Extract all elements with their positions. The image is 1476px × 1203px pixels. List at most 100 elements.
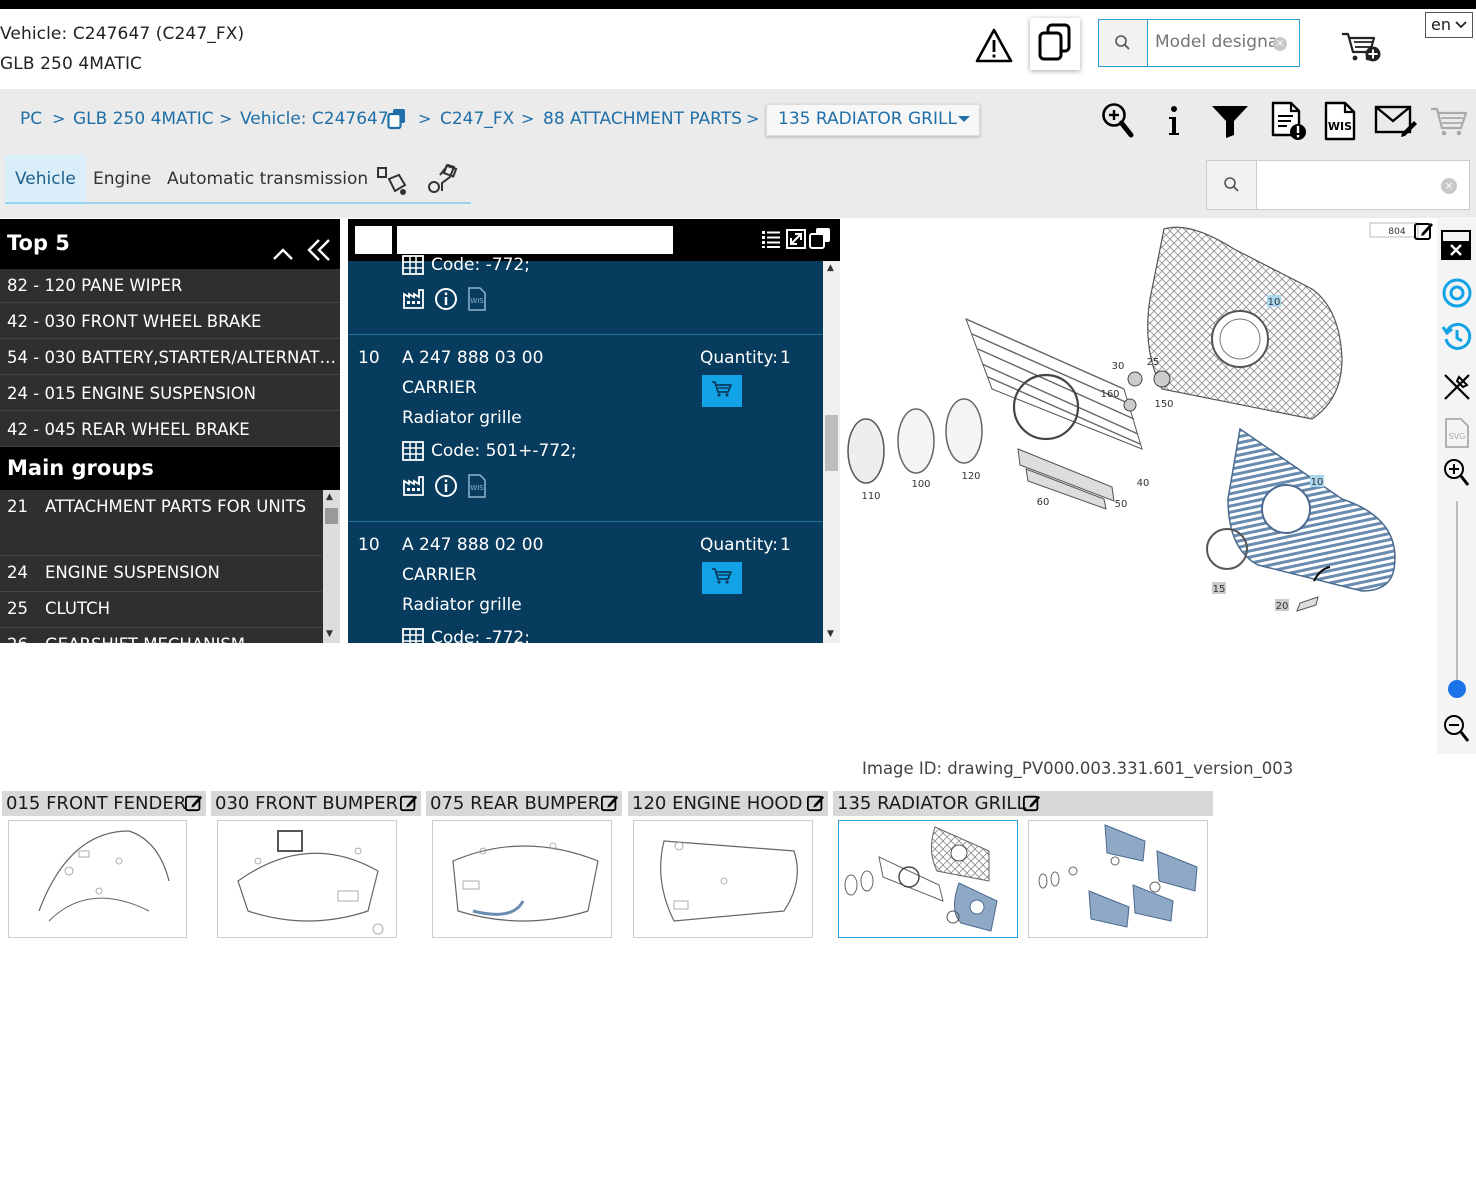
callout-120[interactable]: 120 <box>961 471 980 482</box>
popout-icon[interactable] <box>809 227 831 253</box>
add-to-cart-icon[interactable] <box>1340 28 1384 68</box>
callout-30[interactable]: 30 <box>1112 361 1125 372</box>
cart-icon[interactable] <box>1428 101 1470 141</box>
language-select[interactable]: en <box>1425 12 1473 38</box>
zoom-in-icon[interactable] <box>1442 457 1472 495</box>
callout-60[interactable]: 60 <box>1037 497 1050 508</box>
thumbnail-front-fender[interactable] <box>8 820 187 938</box>
breadcrumb-model[interactable]: GLB 250 4MATIC <box>73 109 214 129</box>
main-group-item[interactable]: 25 CLUTCH <box>0 592 322 628</box>
search-icon[interactable] <box>1099 20 1148 66</box>
top5-item[interactable]: 54 - 030 BATTERY,STARTER/ALTERNATOR <box>0 341 340 375</box>
callout-110[interactable]: 110 <box>861 491 880 502</box>
breadcrumb-vehicle[interactable]: Vehicle: C247647 <box>240 109 389 129</box>
scrollbar-thumb[interactable] <box>825 415 838 471</box>
thumbnail-radiator-grill[interactable] <box>838 820 1018 938</box>
expand-icon[interactable] <box>786 229 806 253</box>
bolt-tool-icon[interactable] <box>426 163 460 201</box>
svg-export-icon[interactable]: SVG <box>1443 417 1471 453</box>
tab-vehicle[interactable]: Vehicle <box>5 155 86 205</box>
wis-document-icon[interactable]: WIS <box>1322 101 1358 141</box>
info-circle-icon[interactable] <box>434 287 458 316</box>
top5-item[interactable]: 42 - 045 REAR WHEEL BRAKE <box>0 413 340 447</box>
clear-icon[interactable]: × <box>1441 178 1457 194</box>
subgroup-dropdown[interactable]: 135 RADIATOR GRILL <box>766 104 980 136</box>
search-icon[interactable] <box>1207 161 1257 209</box>
add-to-cart-button[interactable] <box>702 375 742 407</box>
callout-25[interactable]: 25 <box>1147 357 1160 368</box>
part-item[interactable]: 10 A 247 888 03 00 CARRIER Radiator gril… <box>348 334 823 521</box>
edit-icon[interactable] <box>601 794 619 819</box>
breadcrumb-group[interactable]: 88 ATTACHMENT PARTS <box>543 109 742 129</box>
info-icon[interactable] <box>1160 101 1188 141</box>
zoom-slider-handle[interactable] <box>1448 680 1466 698</box>
edit-icon[interactable] <box>400 794 418 819</box>
callout-160[interactable]: 160 <box>1100 389 1119 400</box>
part-item[interactable]: Code: -772; WIS <box>348 251 823 333</box>
thumbnail-radiator-grill-variant[interactable] <box>1028 820 1208 938</box>
tab-engine[interactable]: Engine <box>83 155 161 205</box>
edit-icon[interactable] <box>1023 794 1041 819</box>
part-number[interactable]: A 247 888 02 00 <box>402 535 543 555</box>
factory-icon[interactable] <box>402 288 426 315</box>
edit-icon[interactable] <box>807 794 825 819</box>
filter-icon[interactable] <box>1210 101 1250 141</box>
edit-icon[interactable] <box>1414 221 1434 245</box>
main-group-item[interactable]: 21 ATTACHMENT PARTS FOR UNITS <box>0 490 322 556</box>
thumbnail-label[interactable]: 135 RADIATOR GRILL <box>833 791 1213 816</box>
parts-checkbox[interactable] <box>355 226 392 254</box>
thumbnail-engine-hood[interactable] <box>633 820 813 938</box>
main-groups-scrollbar[interactable]: ▲ ▼ <box>323 490 340 643</box>
callout-100[interactable]: 100 <box>911 479 930 490</box>
thumbnail-rear-bumper[interactable] <box>432 820 612 938</box>
scroll-up-icon[interactable]: ▲ <box>326 492 333 502</box>
top5-item[interactable]: 42 - 030 FRONT WHEEL BRAKE <box>0 305 340 339</box>
add-to-cart-button[interactable] <box>702 562 742 594</box>
edit-icon[interactable] <box>185 794 203 819</box>
top5-item[interactable]: 24 - 015 ENGINE SUSPENSION <box>0 377 340 411</box>
info-circle-icon[interactable] <box>434 474 458 503</box>
scroll-up-icon[interactable]: ▲ <box>827 263 834 273</box>
breadcrumb-series[interactable]: C247_FX <box>440 109 514 129</box>
part-number[interactable]: A 247 888 03 00 <box>402 348 543 368</box>
top5-item[interactable]: 82 - 120 PANE WIPER <box>0 269 340 303</box>
mail-icon[interactable] <box>1374 101 1418 141</box>
copy-icon[interactable] <box>387 108 407 134</box>
close-window-icon[interactable] <box>1440 229 1472 265</box>
list-view-icon[interactable] <box>761 229 781 253</box>
factory-icon[interactable] <box>402 475 426 502</box>
thumbnail-label[interactable]: 015 FRONT FENDER <box>2 791 206 816</box>
callout-15[interactable]: 15 <box>1213 584 1226 595</box>
part-search-input[interactable] <box>1263 169 1433 201</box>
callout-10[interactable]: 10 <box>1268 297 1281 308</box>
scroll-down-icon[interactable]: ▼ <box>326 629 333 639</box>
wis-document-icon[interactable]: WIS <box>467 287 487 316</box>
zoom-slider[interactable] <box>1456 501 1458 691</box>
history-icon[interactable] <box>1441 321 1473 357</box>
callout-150[interactable]: 150 <box>1154 399 1173 410</box>
thumbnail-front-bumper[interactable] <box>217 820 397 938</box>
breadcrumb-pc[interactable]: PC <box>20 109 42 129</box>
callout-50[interactable]: 50 <box>1115 499 1128 510</box>
thumbnail-label[interactable]: 030 FRONT BUMPER <box>211 791 421 816</box>
parts-list-scrollbar[interactable]: ▲ ▼ <box>823 261 840 643</box>
zoom-in-icon[interactable] <box>1100 101 1136 141</box>
clear-icon[interactable]: × <box>1273 37 1287 51</box>
scroll-down-icon[interactable]: ▼ <box>827 629 834 639</box>
unpin-icon[interactable] <box>1441 371 1473 407</box>
tab-automatic-transmission[interactable]: Automatic transmission <box>157 155 378 205</box>
thumbnail-label[interactable]: 075 REAR BUMPER <box>426 791 622 816</box>
wis-document-icon[interactable]: WIS <box>467 474 487 503</box>
callout-10-lower[interactable]: 10 <box>1311 477 1324 488</box>
main-group-item[interactable]: 26 GEARSHIFT MECHANISM <box>0 628 322 643</box>
document-alert-icon[interactable] <box>1268 101 1308 141</box>
thumbnail-label[interactable]: 120 ENGINE HOOD <box>628 791 828 816</box>
warning-icon[interactable] <box>974 26 1014 66</box>
parts-drawing[interactable]: 804 10 30 25 160 150 110 100 120 60 50 4… <box>842 219 1436 639</box>
part-item[interactable]: 10 A 247 888 02 00 CARRIER Radiator gril… <box>348 521 823 643</box>
parts-filter-input[interactable] <box>397 226 673 254</box>
callout-40[interactable]: 40 <box>1137 478 1150 489</box>
model-search-input[interactable] <box>1155 32 1275 52</box>
target-icon[interactable] <box>1441 277 1473 313</box>
callout-20[interactable]: 20 <box>1276 601 1289 612</box>
